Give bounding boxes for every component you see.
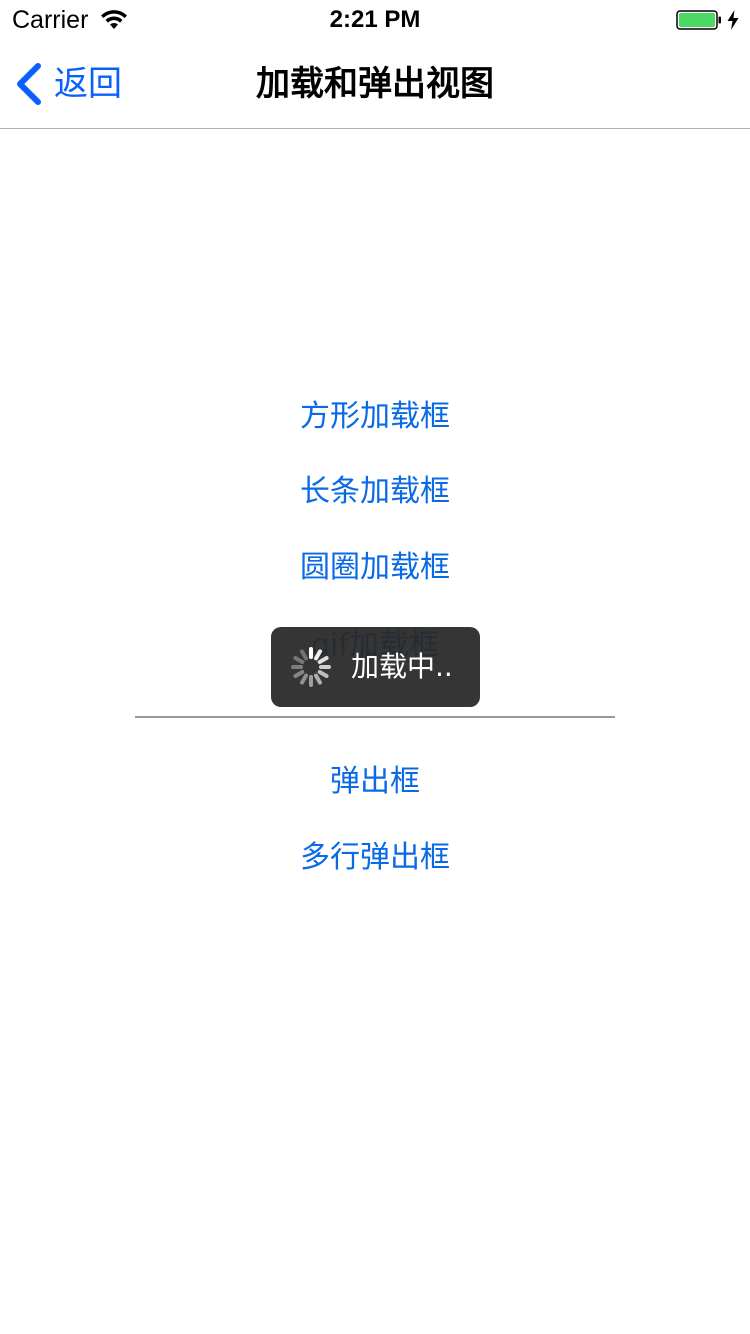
circle-loading-button[interactable]: 圆圈加载框 [0, 548, 750, 588]
loading-label: 加载中.. [351, 650, 453, 683]
page-title: 加载和弹出视图 [256, 64, 494, 104]
activity-spinner-icon [291, 647, 331, 687]
charging-bolt-icon [727, 10, 739, 30]
status-time: 2:21 PM [329, 6, 421, 33]
battery-icon [676, 10, 721, 30]
loading-hud: 加载中.. [271, 627, 480, 707]
square-loading-button[interactable]: 方形加载框 [0, 397, 750, 437]
divider [135, 716, 615, 718]
multiline-popup-button[interactable]: 多行弹出框 [0, 838, 750, 878]
status-bar: Carrier 2:21 PM [0, 0, 750, 40]
popup-button[interactable]: 弹出框 [0, 762, 750, 802]
navigation-bar: 返回 加载和弹出视图 [0, 40, 750, 129]
bar-loading-button[interactable]: 长条加载框 [0, 472, 750, 512]
